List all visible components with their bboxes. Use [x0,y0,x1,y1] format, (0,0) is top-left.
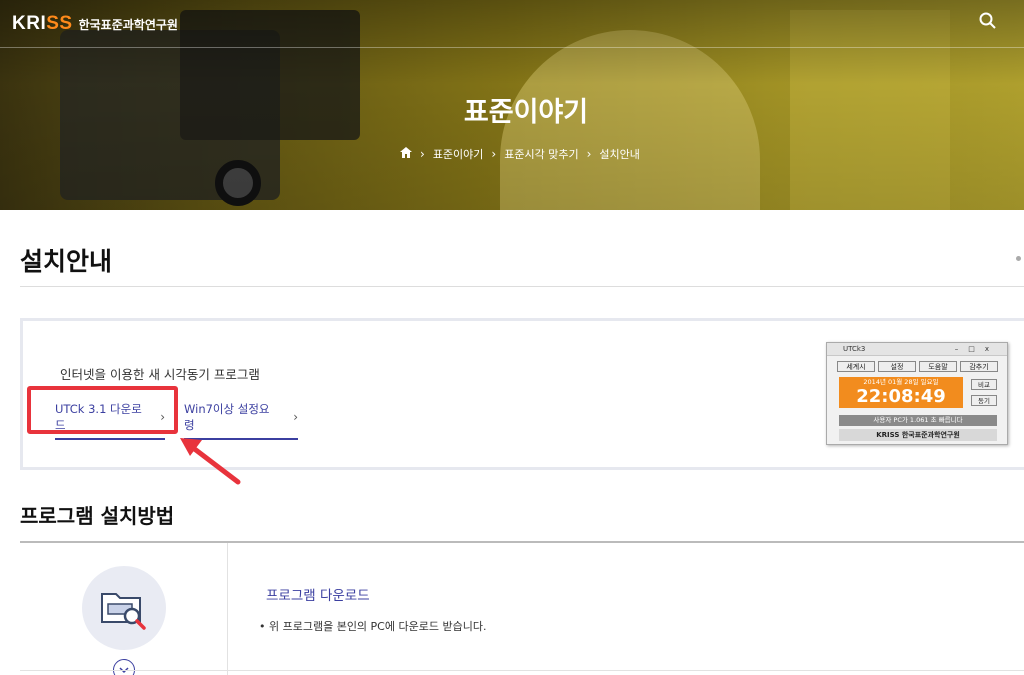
chevron-right-icon: › [420,147,425,161]
utck-clock-display: 2014년 01월 28일 일요일 22:08:49 [839,377,963,408]
chevron-down-icon [119,667,129,674]
section-divider [20,541,1024,543]
utck-button-row: 세계시 설정 도움말 감추기 [837,361,998,372]
breadcrumb-item[interactable]: 표준이야기 [433,146,484,162]
window-controls-icon: –□x [954,345,999,353]
chevron-right-icon: › [491,147,497,161]
utck-sync-button: 동기 [971,395,997,406]
utck-program-screenshot: UTCk3 –□x 세계시 설정 도움말 감추기 2014년 01월 28일 일… [826,342,1008,445]
step-description: • 위 프로그램을 본인의 PC에 다운로드 받습니다. [259,620,487,633]
breadcrumb-item[interactable]: 표준시각 맞추기 [504,146,578,162]
scroll-indicator [1016,256,1021,261]
logo-subtitle: 한국표준과학연구원 [78,17,178,32]
hero-banner: KRISS 한국표준과학연구원 표준이야기 › 표준이야기 › 표준시각 맞추기… [0,0,1024,210]
chevron-right-icon: › [586,147,592,161]
page-title: 설치안내 [20,247,113,276]
utck-hide-button: 감추기 [960,361,998,372]
step-column-divider [227,543,228,675]
home-icon[interactable] [400,147,412,161]
utck-settings-button: 설정 [878,361,916,372]
utck-world-time-button: 세계시 [837,361,875,372]
header-divider [0,47,1024,48]
search-icon[interactable] [978,11,998,31]
section-title: 프로그램 설치방법 [20,504,175,528]
expand-toggle-button[interactable] [113,659,135,675]
bottom-divider [20,670,1024,671]
utck-compare-button: 비교 [971,379,997,390]
step-title: 프로그램 다운로드 [266,588,370,604]
utck-help-button: 도움말 [919,361,957,372]
folder-search-icon [101,593,146,630]
highlight-box [27,386,178,434]
utck-status-message: 사용자 PC가 1.061 초 빠릅니다 [839,415,997,426]
step-icon-circle [82,566,166,650]
program-description: 인터넷을 이용한 새 시각동기 프로그램 [60,367,260,382]
hero-title: 표준이야기 [463,97,589,128]
utck-footer-logo: KRISS 한국표준과학연구원 [839,429,997,441]
utck-time: 22:08:49 [856,386,946,407]
pointer-arrow-icon [180,438,241,485]
logo-mark: KRISS [12,13,73,34]
breadcrumb: › 표준이야기 › 표준시각 맞추기 › 설치안내 [400,146,640,162]
chevron-right-icon: › [293,410,298,424]
site-logo[interactable]: KRISS 한국표준과학연구원 [12,13,178,35]
breadcrumb-item[interactable]: 설치안내 [599,146,639,162]
title-divider [20,286,1024,287]
